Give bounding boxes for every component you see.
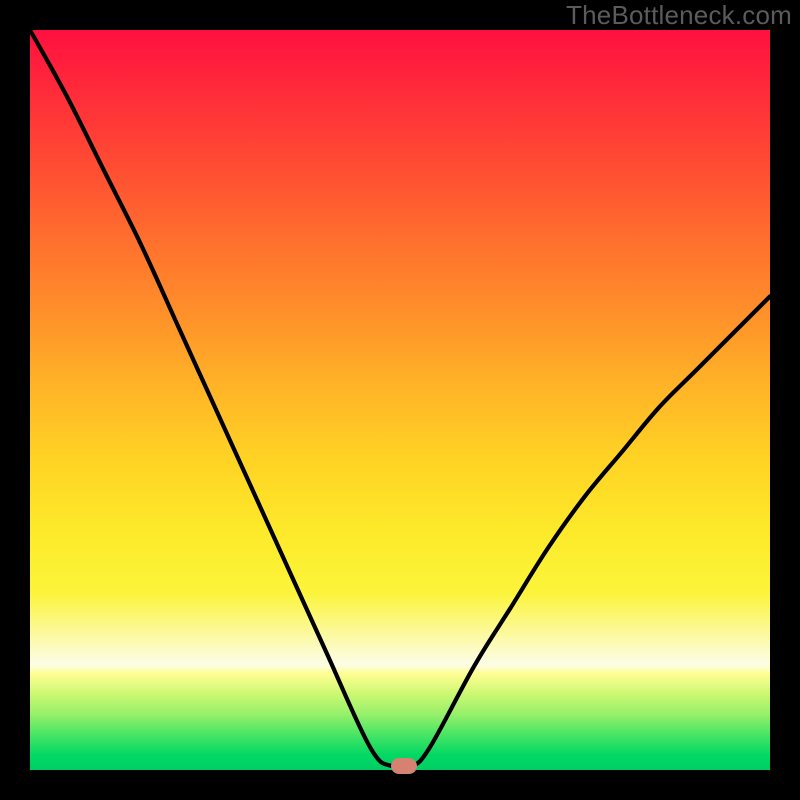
plot-area — [30, 30, 770, 770]
optimal-point-marker — [391, 758, 417, 774]
curve-path — [30, 30, 770, 769]
chart-frame: TheBottleneck.com — [0, 0, 800, 800]
watermark-text: TheBottleneck.com — [566, 0, 792, 31]
bottleneck-curve — [30, 30, 770, 770]
